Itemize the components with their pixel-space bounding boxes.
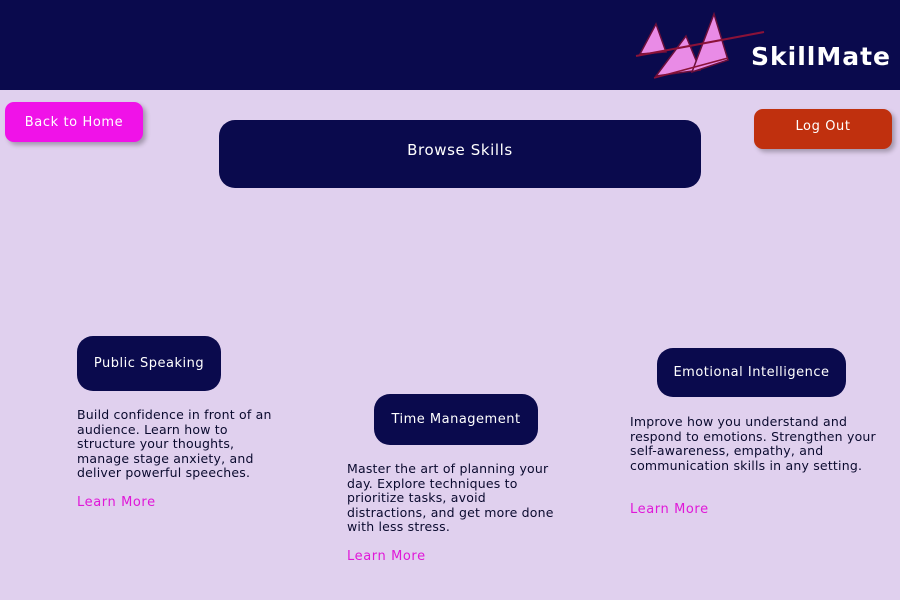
skill-description-emotional-intelligence: Improve how you understand and respond t… (630, 414, 876, 473)
skill-description-time-management: Master the art of planning your day. Exp… (347, 461, 554, 535)
learn-more-link-time-management[interactable]: Learn More (347, 549, 426, 564)
skill-title-emotional-intelligence[interactable]: Emotional Intelligence (657, 348, 846, 397)
learn-more-link-public-speaking[interactable]: Learn More (77, 495, 156, 510)
skill-title-time-management[interactable]: Time Management (374, 394, 538, 445)
browse-skills-button[interactable]: Browse Skills (219, 120, 701, 188)
brand-name: SkillMate (751, 42, 891, 71)
skill-description-public-speaking: Build confidence in front of an audience… (77, 407, 272, 481)
skill-title-public-speaking[interactable]: Public Speaking (77, 336, 221, 391)
mountain-peaks-logo-icon (635, 11, 765, 79)
back-to-home-button[interactable]: Back to Home (5, 102, 143, 142)
top-header-bar: SkillMate (0, 0, 900, 90)
learn-more-link-emotional-intelligence[interactable]: Learn More (630, 502, 709, 517)
log-out-button[interactable]: Log Out (754, 109, 892, 149)
